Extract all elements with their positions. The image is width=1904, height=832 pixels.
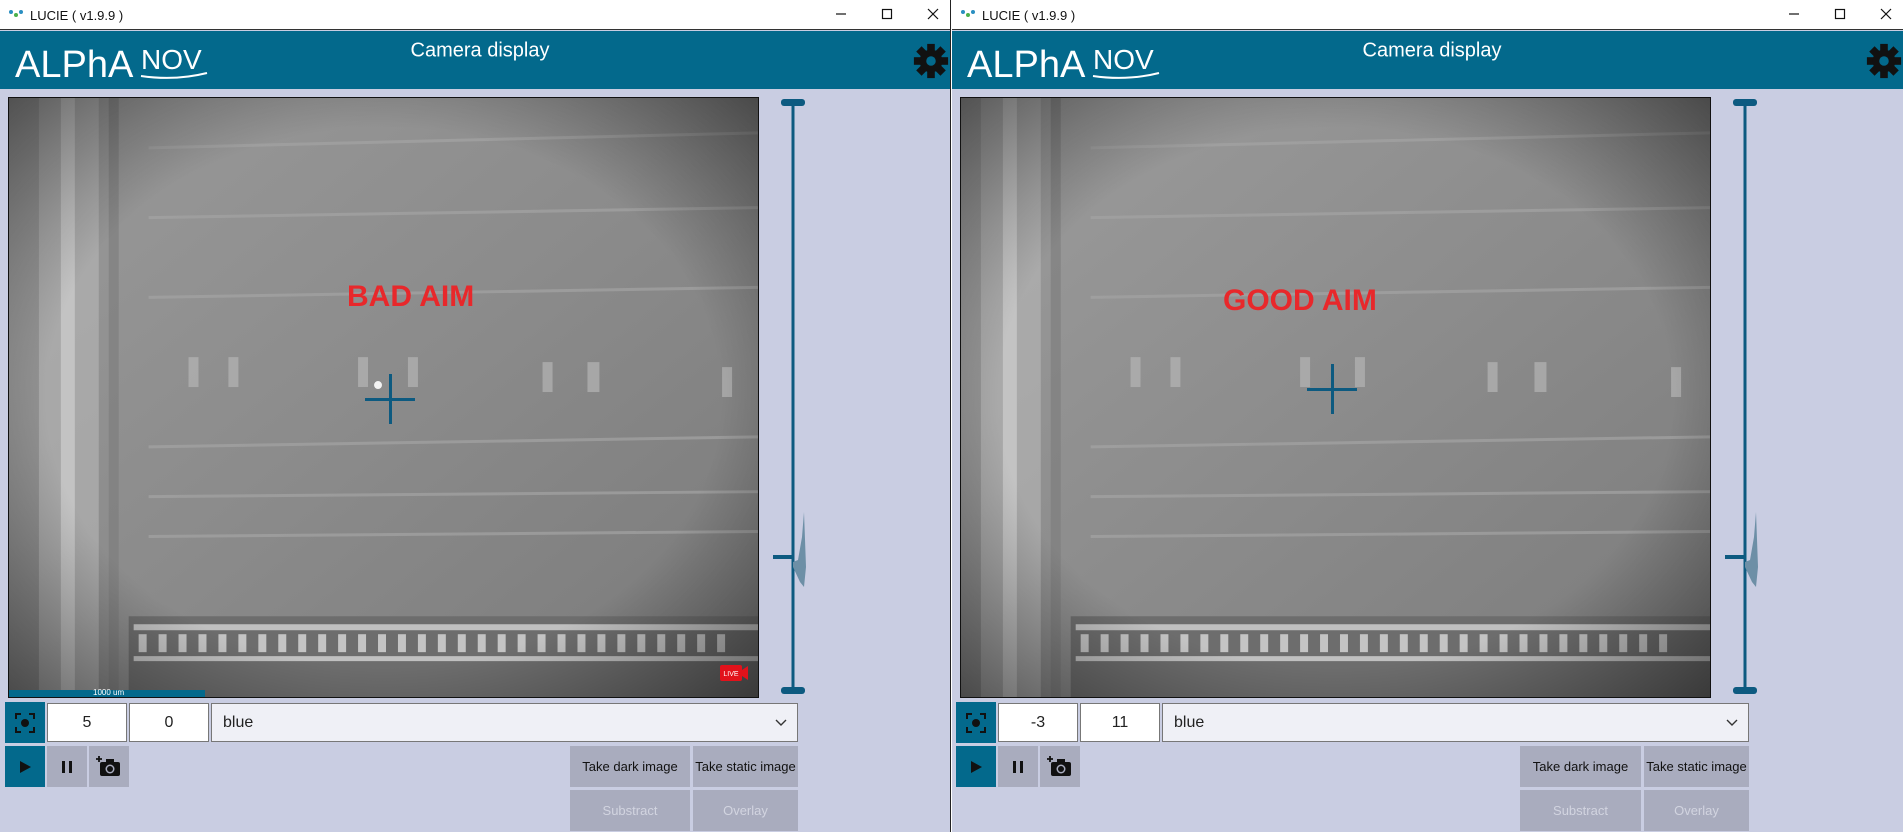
maximize-icon[interactable] — [876, 3, 898, 25]
add-snapshot-icon — [1047, 755, 1071, 776]
crosshair-icon — [365, 374, 415, 424]
alphanov-logo: ALPhA NOV — [15, 44, 208, 86]
colormap-select[interactable]: blue — [1162, 703, 1749, 742]
title-bar[interactable]: LUCIE ( v1.9.9 ) — [952, 0, 1903, 30]
live-camera-icon: LIVE — [720, 665, 748, 681]
window-title: LUCIE ( v1.9.9 ) — [30, 8, 124, 23]
minimize-icon[interactable] — [1783, 3, 1805, 25]
substract-button[interactable]: Substract — [570, 790, 690, 831]
lucie-window-left: LUCIE ( v1.9.9 ) ALPhA NOV Camera displa… — [0, 0, 951, 832]
close-icon[interactable] — [1875, 3, 1897, 25]
intensity-slider[interactable] — [770, 97, 830, 697]
focus-icon — [966, 712, 986, 733]
page-title: Camera display — [410, 39, 550, 62]
pause-button[interactable] — [998, 746, 1038, 787]
page-title: Camera display — [1362, 39, 1502, 62]
substract-button[interactable]: Substract — [1520, 790, 1641, 831]
offset-x-field[interactable]: -3 — [998, 703, 1078, 742]
app-header: ALPhA NOV Camera display — [952, 31, 1903, 89]
svg-text:LIVE: LIVE — [723, 671, 739, 678]
pause-icon — [62, 760, 72, 773]
app-icon — [961, 10, 976, 19]
colormap-select[interactable]: blue — [211, 703, 798, 742]
pause-icon — [1013, 760, 1023, 773]
svg-text:NOV: NOV — [141, 44, 202, 75]
aim-label: BAD AIM — [347, 280, 475, 313]
snapshot-button[interactable] — [89, 746, 129, 787]
svg-text:ALPhA: ALPhA — [15, 44, 134, 86]
autofocus-button[interactable] — [5, 702, 45, 743]
focus-icon — [15, 712, 35, 733]
svg-text:ALPhA: ALPhA — [967, 44, 1086, 86]
play-icon — [971, 760, 982, 773]
aim-label: GOOD AIM — [1223, 284, 1377, 317]
take-dark-image-button[interactable]: Take dark image — [1520, 746, 1641, 787]
play-icon — [20, 760, 31, 773]
offset-y-field[interactable]: 11 — [1080, 703, 1160, 742]
gear-icon[interactable] — [912, 42, 950, 80]
autofocus-button[interactable] — [956, 702, 996, 743]
app-header: ALPhA NOV Camera display — [0, 31, 950, 89]
overlay-button[interactable]: Overlay — [693, 790, 798, 831]
maximize-icon[interactable] — [1829, 3, 1851, 25]
snapshot-button[interactable] — [1040, 746, 1080, 787]
offset-y-field[interactable]: 0 — [129, 703, 209, 742]
intensity-slider[interactable] — [1722, 97, 1782, 697]
chevron-down-icon — [775, 719, 787, 726]
chevron-down-icon — [1726, 719, 1738, 726]
camera-image[interactable]: BAD AIM 1000 um LIVE — [8, 97, 759, 698]
play-button[interactable] — [5, 746, 45, 787]
colormap-value: blue — [1174, 713, 1205, 731]
app-icon — [9, 10, 24, 19]
alphanov-logo: ALPhA NOV — [967, 44, 1160, 86]
svg-text:NOV: NOV — [1093, 44, 1154, 75]
offset-x-field[interactable]: 5 — [47, 703, 127, 742]
play-button[interactable] — [956, 746, 996, 787]
add-snapshot-icon — [96, 755, 120, 776]
scale-label: 1000 um — [93, 688, 125, 697]
overlay-button[interactable]: Overlay — [1644, 790, 1749, 831]
gear-icon[interactable] — [1865, 42, 1903, 80]
pause-button[interactable] — [47, 746, 87, 787]
minimize-icon[interactable] — [830, 3, 852, 25]
camera-image[interactable]: GOOD AIM — [960, 97, 1711, 698]
take-static-image-button[interactable]: Take static image — [693, 746, 798, 787]
crosshair-icon — [1307, 364, 1357, 414]
take-dark-image-button[interactable]: Take dark image — [570, 746, 690, 787]
title-bar[interactable]: LUCIE ( v1.9.9 ) — [0, 0, 950, 30]
take-static-image-button[interactable]: Take static image — [1644, 746, 1749, 787]
colormap-value: blue — [223, 713, 254, 731]
close-icon[interactable] — [922, 3, 944, 25]
window-title: LUCIE ( v1.9.9 ) — [982, 8, 1076, 23]
lucie-window-right: LUCIE ( v1.9.9 ) ALPhA NOV Camera displa… — [952, 0, 1903, 832]
